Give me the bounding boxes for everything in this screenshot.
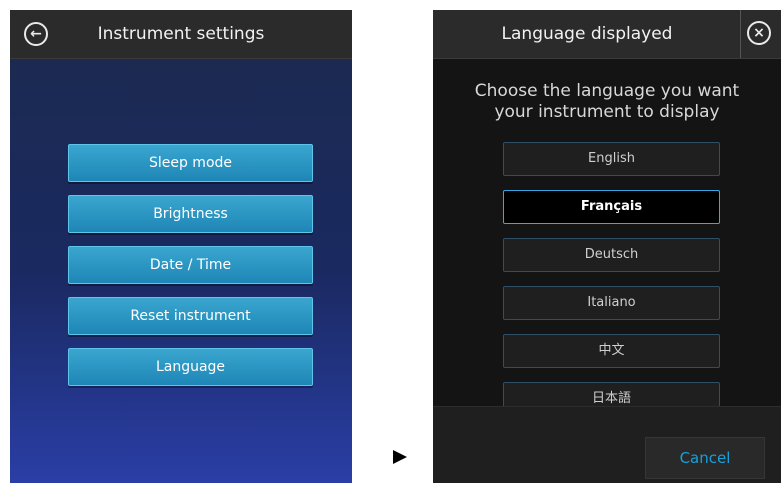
brightness-button[interactable]: Brightness xyxy=(68,195,313,233)
page-title: Language displayed xyxy=(501,24,673,44)
title-divider xyxy=(740,10,741,58)
cancel-button[interactable]: Cancel xyxy=(645,437,765,479)
title-bar: ← Instrument settings xyxy=(10,10,352,59)
instrument-settings-screen: ← Instrument settings Sleep mode Brightn… xyxy=(10,10,352,483)
language-option-chinese[interactable]: 中文 xyxy=(503,334,720,368)
language-button[interactable]: Language xyxy=(68,348,313,386)
language-option-english[interactable]: English xyxy=(503,142,720,176)
reset-instrument-button[interactable]: Reset instrument xyxy=(68,297,313,335)
play-arrow-icon xyxy=(393,450,407,464)
language-option-deutsch[interactable]: Deutsch xyxy=(503,238,720,272)
language-prompt: Choose the language you want your instru… xyxy=(474,81,740,122)
close-circle-icon[interactable]: × xyxy=(747,21,771,45)
title-bar: Language displayed × xyxy=(433,10,781,59)
language-option-francais[interactable]: Français xyxy=(503,190,720,224)
language-option-italiano[interactable]: Italiano xyxy=(503,286,720,320)
page-title: Instrument settings xyxy=(97,24,265,44)
date-time-button[interactable]: Date / Time xyxy=(68,246,313,284)
language-displayed-screen: Language displayed × Choose the language… xyxy=(433,10,781,483)
sleep-mode-button[interactable]: Sleep mode xyxy=(68,144,313,182)
